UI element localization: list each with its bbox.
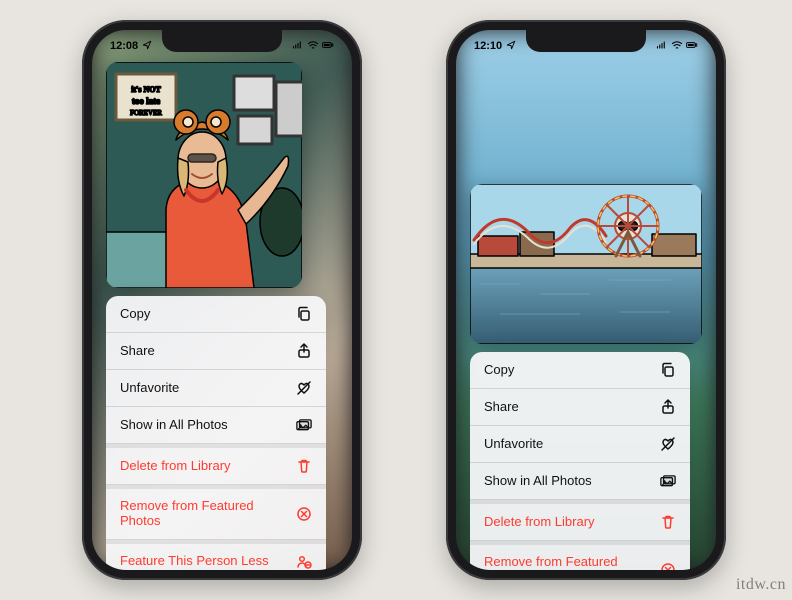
menu-item-label: Remove from Featured Photos (120, 499, 296, 529)
location-icon (505, 40, 517, 53)
menu-item-label: Remove from Featured Photos (484, 555, 660, 570)
status-time: 12:10 (474, 40, 502, 52)
menu-item-label: Show in All Photos (120, 418, 296, 433)
menu-item-label: Unfavorite (484, 437, 660, 452)
menu-item-label: Unfavorite (120, 381, 296, 396)
menu-item-label: Copy (484, 363, 660, 378)
menu-item-copy[interactable]: Copy (106, 296, 326, 333)
menu-item-remove-featured[interactable]: Remove from Featured Photos (470, 541, 690, 570)
trash-icon (660, 514, 676, 530)
notch (162, 30, 282, 52)
context-menu: Copy Share Unfavorite Show in All Photos… (470, 352, 690, 570)
copy-icon (660, 362, 676, 378)
signal-icon (656, 40, 668, 53)
photo-preview[interactable]: it's NOT too late FOREVER (106, 62, 302, 288)
heart-slash-icon (660, 436, 676, 452)
screen: 12:08 (92, 30, 352, 570)
menu-item-label: Delete from Library (120, 459, 296, 474)
photo-stack-icon (296, 417, 312, 433)
screen: 12:10 (456, 30, 716, 570)
copy-icon (296, 306, 312, 322)
battery-icon (322, 40, 334, 53)
share-icon (296, 343, 312, 359)
menu-item-unfavorite[interactable]: Unfavorite (106, 370, 326, 407)
menu-item-delete-library[interactable]: Delete from Library (470, 500, 690, 541)
watermark: itdw.cn (736, 576, 786, 594)
svg-text:too late: too late (132, 96, 160, 106)
phone-left: 12:08 (82, 20, 362, 580)
wifi-icon (671, 40, 683, 53)
menu-item-share[interactable]: Share (470, 389, 690, 426)
menu-item-feature-person-less[interactable]: Feature This Person Less (106, 540, 326, 570)
wifi-icon (307, 40, 319, 53)
svg-text:FOREVER: FOREVER (130, 109, 162, 117)
menu-item-copy[interactable]: Copy (470, 352, 690, 389)
menu-item-show-all-photos[interactable]: Show in All Photos (470, 463, 690, 500)
menu-item-label: Share (120, 344, 296, 359)
trash-icon (296, 458, 312, 474)
menu-item-label: Show in All Photos (484, 474, 660, 489)
location-icon (141, 40, 153, 53)
circle-x-icon (660, 562, 676, 570)
context-menu: Copy Share Unfavorite Show in All Photos… (106, 296, 326, 570)
menu-item-unfavorite[interactable]: Unfavorite (470, 426, 690, 463)
share-icon (660, 399, 676, 415)
heart-slash-icon (296, 380, 312, 396)
battery-icon (686, 40, 698, 53)
photo-preview[interactable] (470, 184, 702, 344)
phone-right: 12:10 (446, 20, 726, 580)
menu-item-label: Copy (120, 307, 296, 322)
status-time: 12:08 (110, 40, 138, 52)
person-minus-icon (296, 554, 312, 570)
menu-item-label: Feature This Person Less (120, 554, 296, 569)
circle-x-icon (296, 506, 312, 522)
menu-item-label: Share (484, 400, 660, 415)
menu-item-share[interactable]: Share (106, 333, 326, 370)
menu-item-show-all-photos[interactable]: Show in All Photos (106, 407, 326, 444)
notch (526, 30, 646, 52)
menu-item-remove-featured[interactable]: Remove from Featured Photos (106, 485, 326, 540)
photo-stack-icon (660, 473, 676, 489)
menu-item-label: Delete from Library (484, 515, 660, 530)
signal-icon (292, 40, 304, 53)
menu-item-delete-library[interactable]: Delete from Library (106, 444, 326, 485)
svg-text:it's NOT: it's NOT (131, 85, 161, 94)
